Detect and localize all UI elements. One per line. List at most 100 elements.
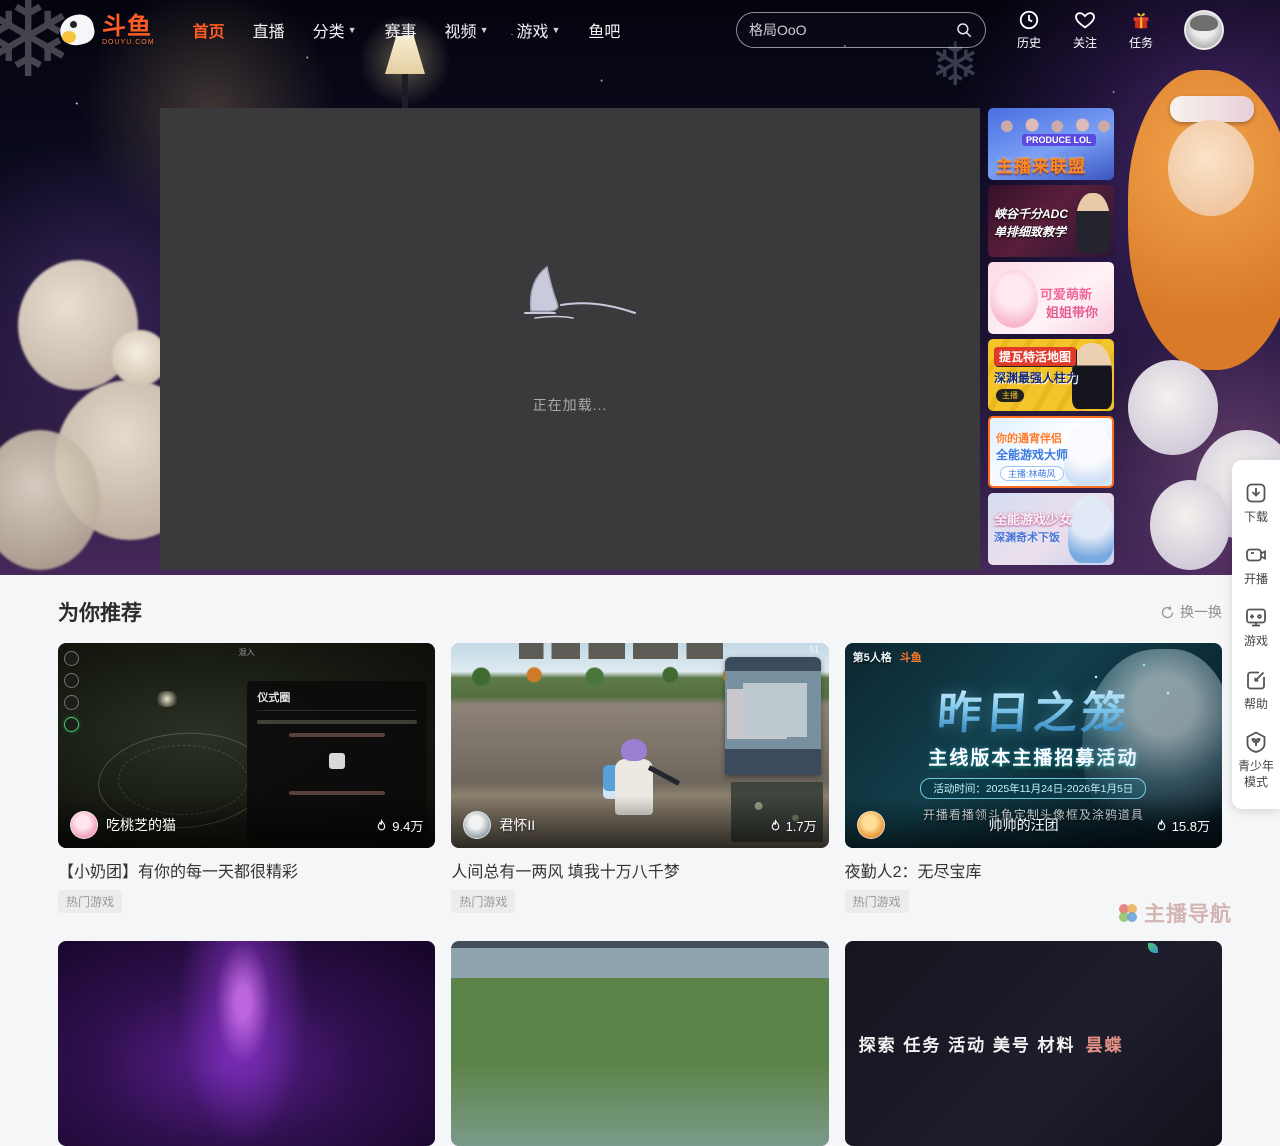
stream-card[interactable]: 探索 任务 活动 美号 材料 昙蝶 bbox=[845, 941, 1222, 1146]
streamer-avatar[interactable] bbox=[463, 811, 491, 839]
streamer-avatar[interactable] bbox=[857, 811, 885, 839]
thumb-logos: 第5人格 斗鱼 bbox=[853, 649, 922, 665]
stream-thumbnail[interactable] bbox=[58, 941, 435, 1146]
refresh-icon bbox=[1160, 605, 1175, 620]
header-actions: 历史 关注 任务 bbox=[1012, 9, 1158, 51]
key-prompt-decoration bbox=[329, 753, 345, 769]
anime-girl-goggles-decoration bbox=[1170, 96, 1254, 122]
navigator-watermark: 主播导航 bbox=[1116, 898, 1232, 928]
download-button[interactable]: 下载 bbox=[1232, 472, 1280, 534]
category-tag[interactable]: 热门游戏 bbox=[845, 890, 909, 913]
thumb-top-label: 混入 bbox=[239, 647, 255, 658]
stream-thumbnail[interactable]: 51 君怀II 1.7万 bbox=[451, 643, 828, 848]
go-live-button[interactable]: 开播 bbox=[1232, 534, 1280, 596]
side-toolbar: 下载 开播 游戏 帮助 青少年模式 bbox=[1232, 460, 1280, 809]
brand-domain: DOUYU.COM bbox=[102, 39, 155, 46]
nav-item-live[interactable]: 直播 bbox=[239, 18, 299, 42]
banner-streamer-pill: 主播 bbox=[996, 389, 1024, 402]
banner-boy-decoration bbox=[1064, 422, 1112, 486]
flashlight-decoration bbox=[154, 691, 180, 707]
promo-banner-list: PRODUCE LOL 主播来联盟 峡谷千分ADC 单排细致教学 可爱萌新 姐姐… bbox=[988, 108, 1114, 570]
refresh-button[interactable]: 换一换 bbox=[1160, 602, 1222, 622]
follow-button[interactable]: 关注 bbox=[1068, 9, 1102, 51]
stream-info-overlay: 吃桃芝的猫 9.4万 bbox=[58, 796, 435, 848]
nav-item-esports[interactable]: 赛事 bbox=[371, 18, 431, 42]
leaf-decoration bbox=[1148, 943, 1158, 953]
stream-card[interactable] bbox=[451, 941, 828, 1146]
banner-title: 你的通宵伴侣 bbox=[996, 430, 1062, 446]
teen-mode-button[interactable]: 青少年模式 bbox=[1232, 721, 1280, 799]
task-button[interactable]: 任务 bbox=[1124, 9, 1158, 51]
stream-thumbnail[interactable] bbox=[451, 941, 828, 1146]
logo-text: 斗鱼 DOUYU.COM bbox=[102, 15, 155, 46]
viewer-count: 15.8万 bbox=[1155, 816, 1210, 835]
hud-bar-decoration bbox=[451, 941, 828, 948]
download-icon bbox=[1244, 481, 1268, 505]
banner-streamer-pill: 主播:林萌风 bbox=[1000, 466, 1064, 481]
stream-thumbnail[interactable]: 混入 仪式圈 吃桃芝的猫 bbox=[58, 643, 435, 848]
nav-item-yuba[interactable]: 鱼吧 bbox=[574, 18, 634, 42]
thumb-keywords-accent: 昙蝶 bbox=[1086, 1031, 1124, 1056]
stream-thumbnail[interactable]: 探索 任务 活动 美号 材料 昙蝶 bbox=[845, 941, 1222, 1146]
promo-banner-game-girl[interactable]: 全能游戏少女 深渊奇术下饭 bbox=[988, 493, 1114, 565]
pinwheel-icon bbox=[1116, 901, 1140, 925]
loading-text: 正在加载... bbox=[533, 395, 608, 415]
promo-banner-adc-teaching[interactable]: 峡谷千分ADC 单排细致教学 bbox=[988, 185, 1114, 257]
banner-title: 可爱萌新 bbox=[1040, 284, 1092, 303]
promo-banner-allnight-companion-active[interactable]: 你的通宵伴侣 全能游戏大师 主播:林萌风 bbox=[988, 416, 1114, 488]
teen-shield-icon bbox=[1244, 730, 1268, 754]
search-box[interactable] bbox=[736, 12, 986, 48]
search-icon[interactable] bbox=[955, 21, 973, 39]
stream-card[interactable]: 第5人格 斗鱼 昨日之笼 主线版本主播招募活动 活动时间：2025年11月24日… bbox=[845, 643, 1222, 913]
bunny-plush-decoration bbox=[1150, 480, 1230, 570]
promo-banner-lol-alliance[interactable]: PRODUCE LOL 主播来联盟 bbox=[988, 108, 1114, 180]
banner-title: 峡谷千分ADC bbox=[994, 205, 1068, 222]
chevron-down-icon: ▼ bbox=[348, 25, 357, 35]
stream-card[interactable] bbox=[58, 941, 435, 1146]
game-center-button[interactable]: 游戏 bbox=[1232, 596, 1280, 658]
viewer-count: 9.4万 bbox=[375, 816, 423, 835]
promo-banner-teyvat-map[interactable]: 提瓦特活地图 深渊最强人柱力 主播 bbox=[988, 339, 1114, 411]
douyu-logo[interactable]: 斗鱼 DOUYU.COM bbox=[58, 13, 155, 47]
game-character-head bbox=[621, 739, 647, 761]
stream-title[interactable]: 人间总有一两风 填我十万八千梦 bbox=[451, 858, 828, 882]
nav-item-categories[interactable]: 分类▼ bbox=[299, 18, 371, 42]
live-player[interactable]: 正在加载... bbox=[160, 108, 980, 570]
heat-icon bbox=[1155, 819, 1168, 832]
chevron-down-icon: ▼ bbox=[480, 25, 489, 35]
promo-banner-cute-newbie[interactable]: 可爱萌新 姐姐带你 bbox=[988, 262, 1114, 334]
streamer-name: 吃桃芝的猫 bbox=[106, 815, 375, 835]
category-tag[interactable]: 热门游戏 bbox=[451, 890, 515, 913]
nav-item-home[interactable]: 首页 bbox=[179, 18, 239, 42]
game-monitor-icon bbox=[1244, 605, 1268, 629]
nav-item-games[interactable]: 游戏▼ bbox=[502, 18, 574, 42]
top-navigation-bar: 斗鱼 DOUYU.COM 首页 直播 分类▼ 赛事 视频▼ 游戏▼ 鱼吧 历史 … bbox=[0, 0, 1280, 60]
heart-icon bbox=[1074, 9, 1096, 31]
banner-girl-decoration bbox=[1068, 495, 1114, 563]
douyu-shark-icon bbox=[58, 13, 98, 47]
thumb-keywords: 探索 任务 活动 美号 材料 bbox=[859, 1031, 1076, 1056]
banner-subtitle: 深渊最强人柱力 bbox=[994, 369, 1078, 386]
stream-title[interactable]: 夜勤人2：无尽宝库 bbox=[845, 858, 1222, 882]
stream-info-overlay: 君怀II 1.7万 bbox=[451, 796, 828, 848]
search-input[interactable] bbox=[749, 22, 955, 38]
edit-feedback-icon bbox=[1244, 668, 1268, 692]
banner-girl-decoration bbox=[990, 270, 1038, 328]
banner-person-decoration bbox=[1076, 193, 1110, 253]
banner-title: 主播来联盟 bbox=[996, 152, 1086, 177]
camera-icon bbox=[1244, 543, 1268, 567]
banner-subtitle: 全能游戏大师 bbox=[996, 446, 1068, 463]
stream-card[interactable]: 混入 仪式圈 吃桃芝的猫 bbox=[58, 643, 435, 913]
category-tag[interactable]: 热门游戏 bbox=[58, 890, 122, 913]
card-grid-row2: 探索 任务 活动 美号 材料 昙蝶 bbox=[58, 941, 1222, 1146]
streamer-avatar[interactable] bbox=[70, 811, 98, 839]
user-avatar[interactable] bbox=[1184, 10, 1224, 50]
stream-thumbnail[interactable]: 第5人格 斗鱼 昨日之笼 主线版本主播招募活动 活动时间：2025年11月24日… bbox=[845, 643, 1222, 848]
streamer-name: 帅帅的汪团 bbox=[893, 815, 1155, 835]
nav-item-videos[interactable]: 视频▼ bbox=[431, 18, 503, 42]
history-button[interactable]: 历史 bbox=[1012, 9, 1046, 51]
stream-card[interactable]: 51 君怀II 1.7万 人间总有一两风 填我十万八千梦 热门游戏 bbox=[451, 643, 828, 913]
chevron-down-icon: ▼ bbox=[552, 25, 561, 35]
help-button[interactable]: 帮助 bbox=[1232, 659, 1280, 721]
stream-title[interactable]: 【小奶团】有你的每一天都很精彩 bbox=[58, 858, 435, 882]
